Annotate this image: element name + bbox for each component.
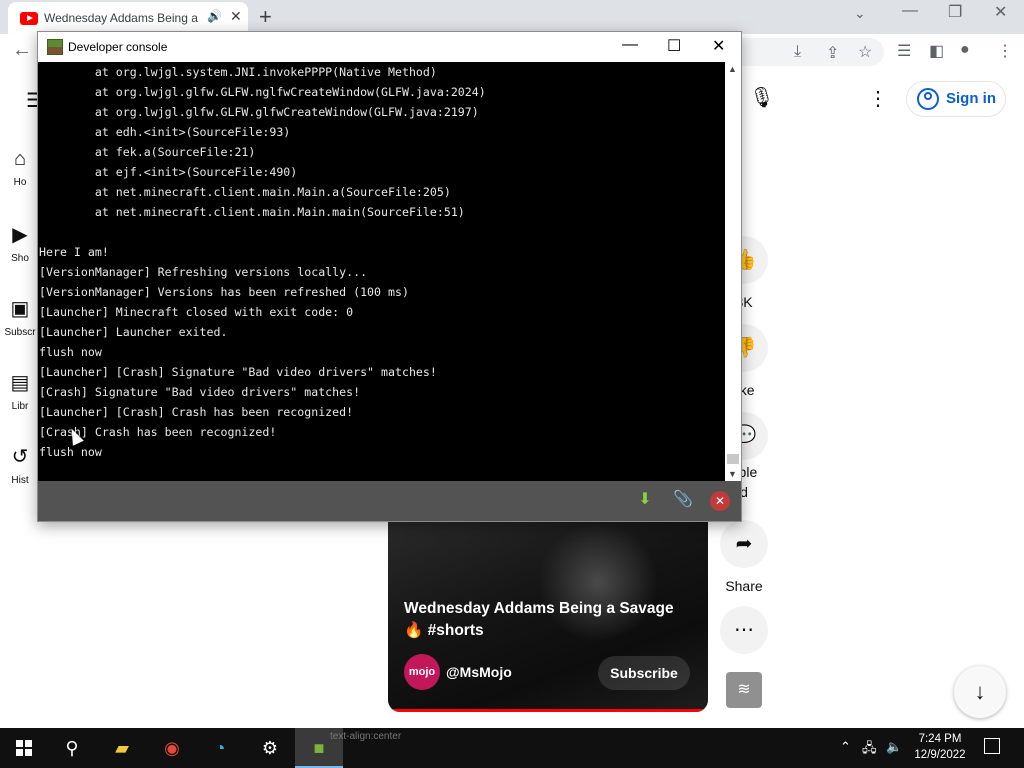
guide-item-subscriptions[interactable]: ▣ Subscr <box>0 296 40 338</box>
shorts-icon: ▶ <box>12 224 28 246</box>
history-icon: ↺ <box>11 446 29 468</box>
console-scrollbar[interactable]: ▲ ▼ <box>725 62 741 481</box>
windows-taskbar: ⚲ ▰ ◉ ◔ ⚙ ■ text-align:center ⌃ 🖧 🔈 7:24… <box>0 728 1024 768</box>
short-video-player[interactable]: Wednesday Addams Being a Savage 🔥 #short… <box>388 522 708 712</box>
ghost-text: text-align:center <box>330 731 402 742</box>
window-close-button[interactable]: ✕ <box>994 2 1007 22</box>
share-arrow-icon[interactable]: ➦ <box>720 520 768 568</box>
install-icon[interactable]: ⤓ <box>794 43 801 61</box>
side-panel-icon[interactable]: ◧ <box>929 41 944 61</box>
tab-close-icon[interactable]: ✕ <box>230 8 242 25</box>
console-log-area[interactable]: at org.lwjgl.system.JNI.invokePPPP(Nativ… <box>38 62 725 481</box>
next-short-down-arrow-icon[interactable]: ↓ <box>954 666 1006 718</box>
playback-progress-bar[interactable] <box>388 709 708 712</box>
system-clock[interactable]: 7:24 PM 12/9/2022 <box>908 731 972 763</box>
short-title[interactable]: Wednesday Addams Being a Savage 🔥 #short… <box>404 598 694 642</box>
network-icon[interactable]: 🖧 <box>862 739 877 761</box>
speaker-icon[interactable]: 🔊 <box>207 9 222 23</box>
tab-search-icon[interactable]: ⌄ <box>854 5 866 22</box>
share-action[interactable]: ➦ Share <box>720 520 768 594</box>
guide-item-shorts[interactable]: ▶ Sho <box>0 222 40 264</box>
settings-more-icon[interactable]: ⋮ <box>868 86 888 111</box>
sign-in-label: Sign in <box>946 90 996 107</box>
console-titlebar[interactable]: Developer console — ☐ ✕ <box>38 32 741 62</box>
tab-title: Wednesday Addams Being a <box>44 11 198 25</box>
guide-label: Subscr <box>4 327 36 338</box>
guide-item-library[interactable]: ▤ Libr <box>0 370 40 412</box>
console-log-text: at org.lwjgl.system.JNI.invokePPPP(Nativ… <box>39 65 486 459</box>
console-title: Developer console <box>68 40 168 54</box>
console-close-button[interactable]: ✕ <box>712 36 725 56</box>
back-arrow-icon[interactable]: ← <box>12 39 32 62</box>
settings-icon[interactable]: ⚙ <box>246 728 294 768</box>
more-action[interactable]: ⋯ <box>720 606 768 654</box>
subscriptions-icon: ▣ <box>10 298 30 320</box>
chrome-icon[interactable]: ◉ <box>148 728 196 768</box>
guide-label: Sho <box>11 253 29 264</box>
home-icon: ⌂ <box>13 148 27 170</box>
scroll-up-arrow-icon[interactable]: ▲ <box>728 64 737 74</box>
subscribe-button[interactable]: Subscribe <box>598 656 690 690</box>
edge-icon[interactable]: ◔ <box>196 728 244 768</box>
start-button[interactable] <box>0 728 48 768</box>
library-icon: ▤ <box>10 372 30 394</box>
guide-label: Libr <box>11 401 29 412</box>
window-restore-button[interactable]: ❐ <box>948 2 962 22</box>
volume-icon[interactable]: 🔈 <box>886 739 902 755</box>
attach-paperclip-icon[interactable]: 📎 <box>672 489 694 511</box>
file-explorer-icon[interactable]: ▰ <box>98 728 146 768</box>
clock-date: 12/9/2022 <box>914 749 966 761</box>
window-minimize-button[interactable]: — <box>902 2 918 20</box>
account-circle-icon <box>917 88 939 110</box>
audio-remix-icon[interactable]: ≋ <box>726 672 762 708</box>
scroll-down-arrow-icon[interactable]: ▼ <box>728 469 737 479</box>
windows-logo-icon <box>16 740 32 756</box>
share-icon[interactable]: ⇪ <box>826 43 839 63</box>
kebab-menu-icon[interactable]: ⋮ <box>997 41 1013 61</box>
sign-in-button[interactable]: Sign in <box>906 81 1006 117</box>
omnibox[interactable]: ⤓ ⇪ ☆ <box>742 38 884 66</box>
scroll-thumb[interactable] <box>727 454 739 464</box>
new-tab-button[interactable]: + <box>259 4 272 30</box>
voice-search-mic-icon[interactable]: 🎙 <box>742 78 782 118</box>
reading-list-icon[interactable]: ☰ <box>897 41 911 61</box>
youtube-favicon-icon <box>20 12 38 25</box>
developer-console-window: Developer console — ☐ ✕ at org.lwjgl.sys… <box>37 31 742 522</box>
console-maximize-button[interactable]: ☐ <box>667 36 681 56</box>
console-minimize-button[interactable]: — <box>622 36 638 54</box>
bookmark-star-icon[interactable]: ☆ <box>858 42 872 62</box>
more-horizontal-icon[interactable]: ⋯ <box>720 606 768 654</box>
guide-label: Hist <box>11 475 29 486</box>
notification-center-icon[interactable] <box>984 738 1000 754</box>
browser-tab[interactable]: Wednesday Addams Being a 🔊 ✕ <box>8 2 248 34</box>
share-label: Share <box>725 578 763 594</box>
browser-tabstrip: Wednesday Addams Being a 🔊 ✕ + ⌄ — ❐ ✕ <box>0 0 1024 34</box>
guide-item-home[interactable]: ⌂ Ho <box>0 148 40 188</box>
clock-time: 7:24 PM <box>918 733 962 745</box>
guide-label: Ho <box>13 177 27 188</box>
close-circle-icon[interactable]: ✕ <box>710 491 730 511</box>
show-hidden-icons-chevron-icon[interactable]: ⌃ <box>840 739 851 755</box>
profile-icon[interactable]: ● <box>960 41 970 59</box>
download-icon[interactable]: ⬇ <box>634 489 656 511</box>
console-footer: ⬇ 📎 ✕ <box>38 481 741 521</box>
guide-item-history[interactable]: ↺ Hist <box>0 444 40 486</box>
search-icon[interactable]: ⚲ <box>48 728 96 768</box>
channel-name[interactable]: @MsMojo <box>446 664 512 680</box>
channel-avatar[interactable]: mojo <box>404 654 440 690</box>
minecraft-grass-block-icon <box>47 39 63 55</box>
